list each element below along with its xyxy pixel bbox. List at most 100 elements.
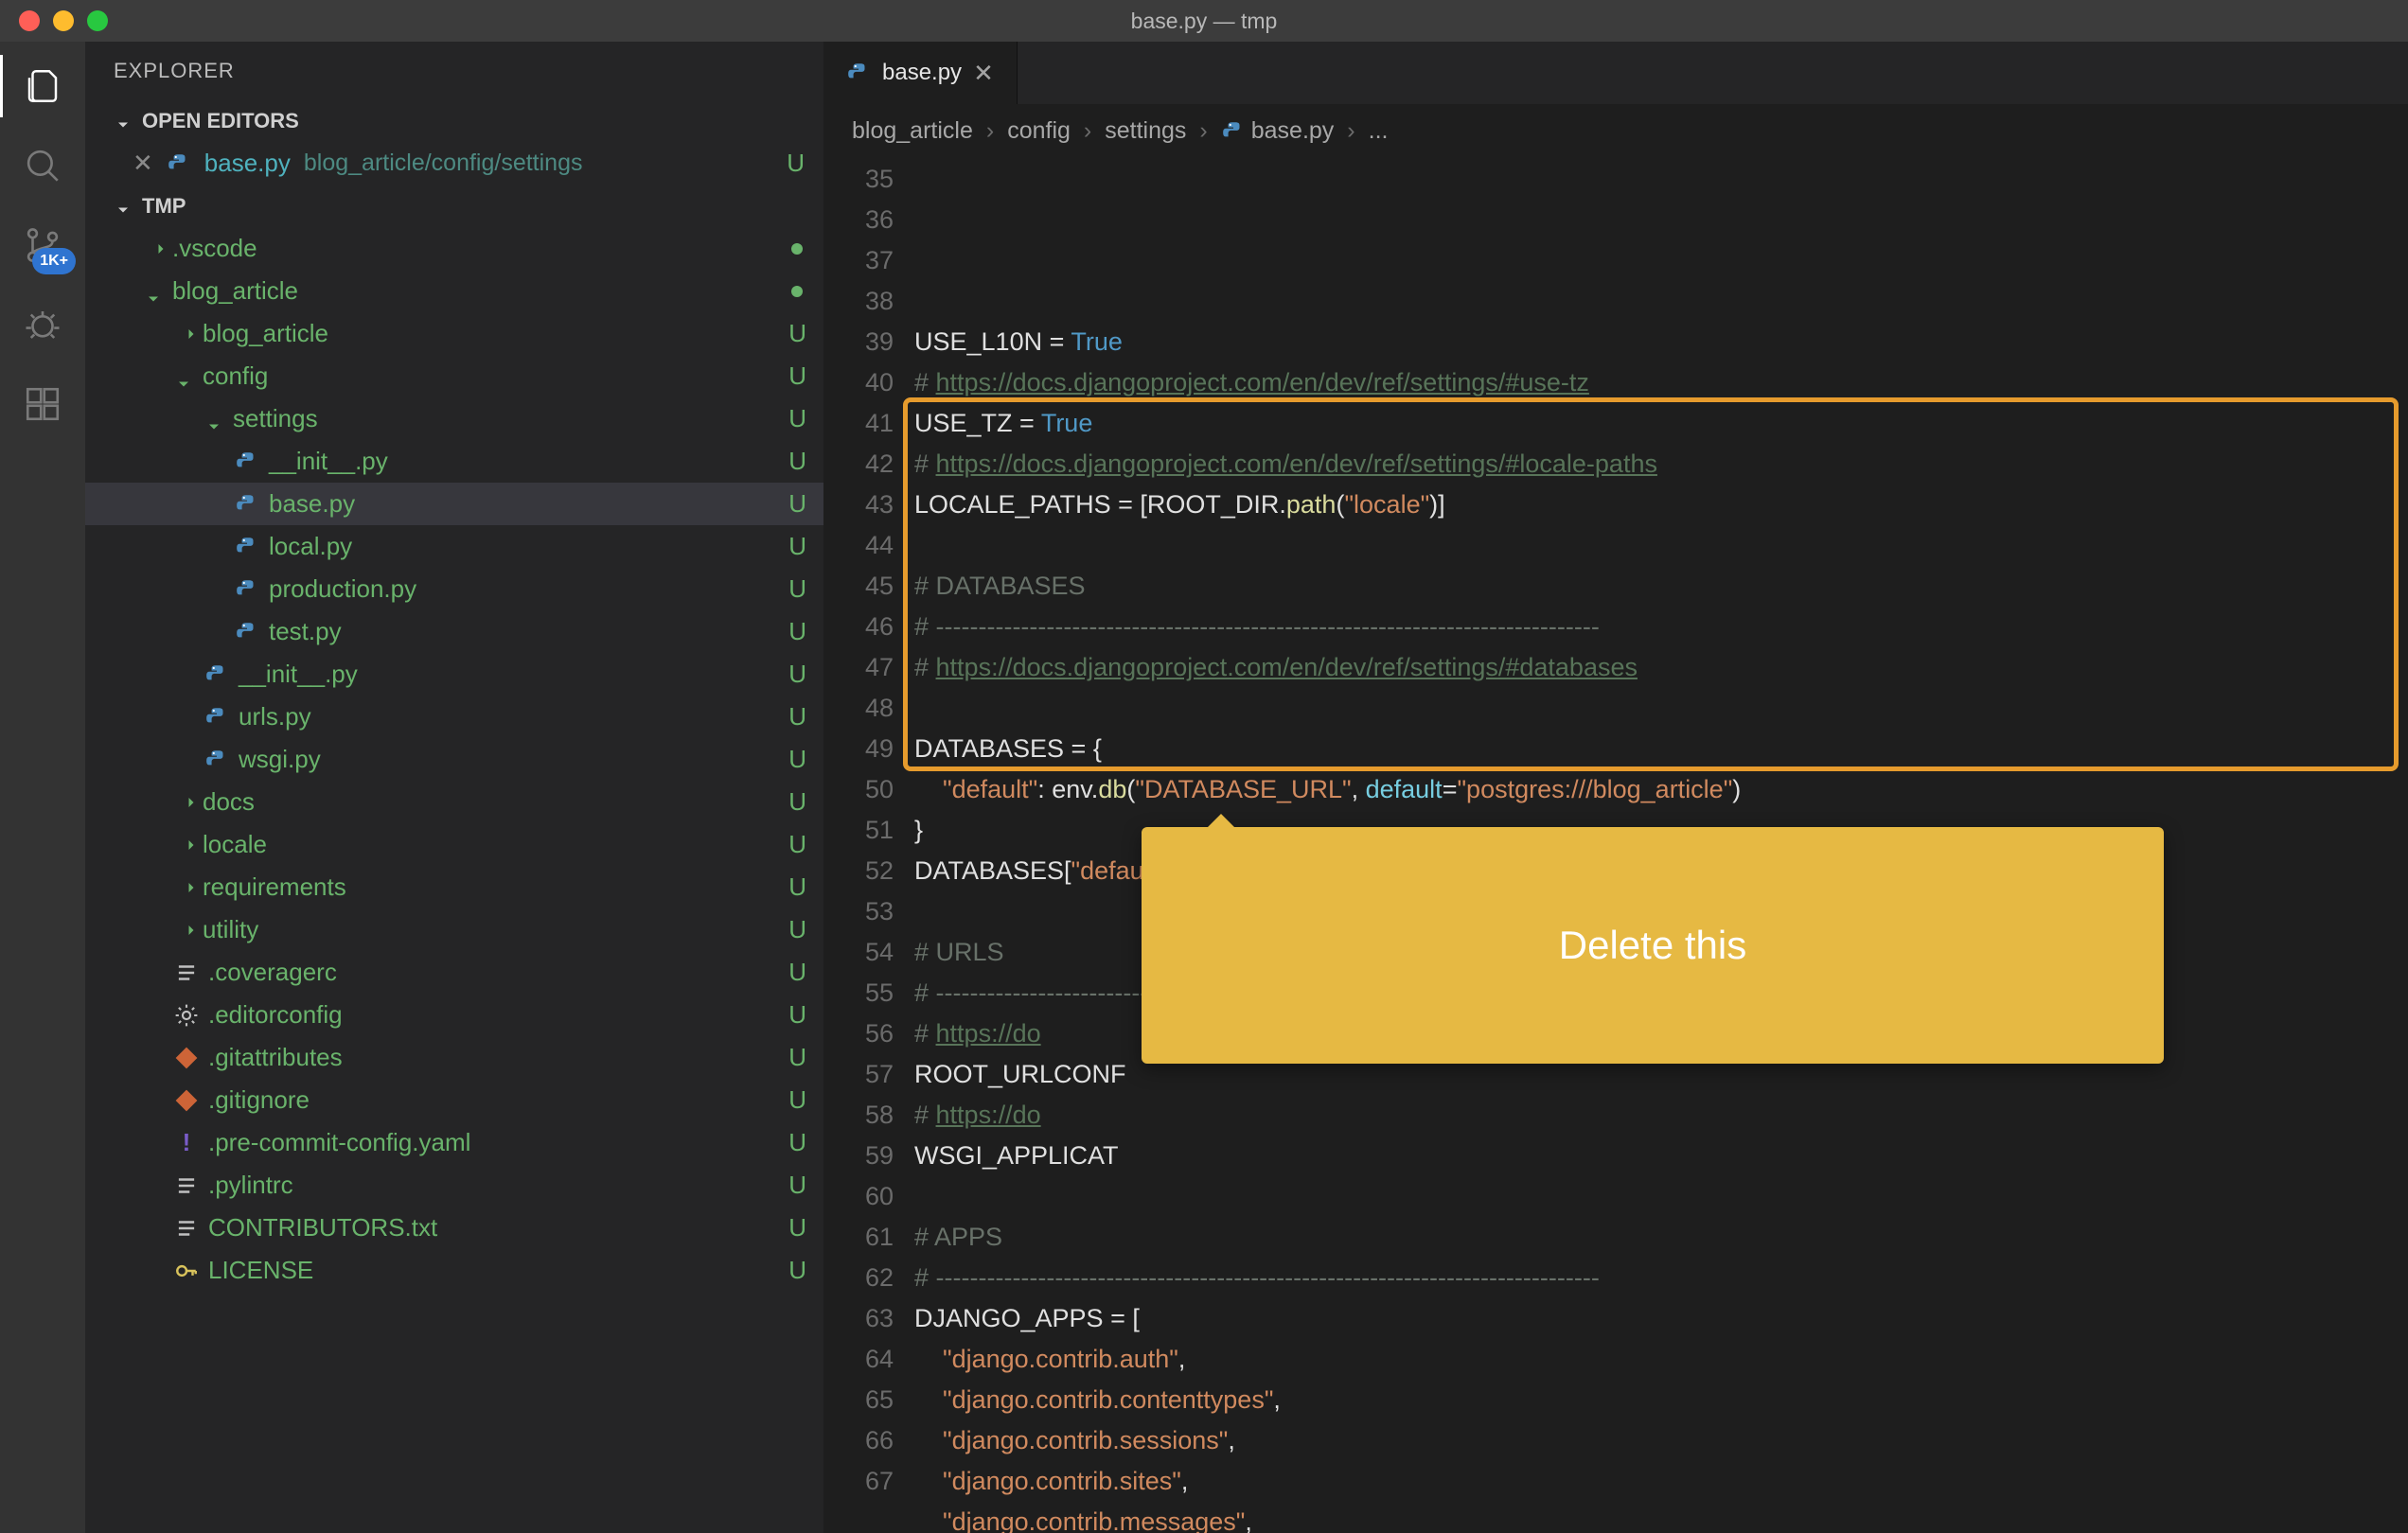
chevron-right-icon bbox=[174, 325, 193, 344]
code-line[interactable]: USE_TZ = True bbox=[914, 403, 2408, 444]
folder-item[interactable]: requirementsU bbox=[85, 866, 823, 908]
chevron-down-icon bbox=[114, 112, 133, 131]
folder-item[interactable]: docsU bbox=[85, 781, 823, 823]
explorer-activity[interactable] bbox=[19, 62, 66, 110]
file-item[interactable]: wsgi.pyU bbox=[85, 738, 823, 781]
code-line[interactable]: # --------------------------------------… bbox=[914, 607, 2408, 647]
folder-item[interactable]: blog_article bbox=[85, 270, 823, 312]
file-item[interactable]: .gitignoreU bbox=[85, 1079, 823, 1121]
code-line[interactable]: WSGI_APPLICAT bbox=[914, 1136, 2408, 1176]
code-line[interactable]: "django.contrib.sites", bbox=[914, 1461, 2408, 1502]
extensions-activity[interactable] bbox=[19, 380, 66, 428]
code-line[interactable]: USE_L10N = True bbox=[914, 322, 2408, 362]
breadcrumb-item[interactable]: ... bbox=[1369, 114, 1389, 150]
git-status: U bbox=[788, 656, 806, 693]
file-item[interactable]: CONTRIBUTORS.txtU bbox=[85, 1207, 823, 1249]
file-item[interactable]: LICENSEU bbox=[85, 1249, 823, 1292]
git-status: U bbox=[788, 1082, 806, 1119]
breadcrumb-item[interactable]: base.py bbox=[1221, 114, 1335, 150]
git-status: U bbox=[788, 1252, 806, 1289]
line-gutter: 3536373839404142434445464748495051525354… bbox=[823, 159, 914, 1533]
workspace-root-section[interactable]: TMP bbox=[85, 185, 823, 227]
file-item[interactable]: urls.pyU bbox=[85, 696, 823, 738]
git-status: U bbox=[788, 741, 806, 778]
code-line[interactable]: # DATABASES bbox=[914, 566, 2408, 607]
code-line[interactable]: "django.contrib.auth", bbox=[914, 1339, 2408, 1380]
breadcrumb-item[interactable]: blog_article bbox=[852, 114, 973, 150]
code-line[interactable]: # https://docs.djangoproject.com/en/dev/… bbox=[914, 444, 2408, 485]
file-item[interactable]: local.pyU bbox=[85, 525, 823, 568]
tree-item-label: settings bbox=[233, 400, 318, 437]
file-item[interactable]: production.pyU bbox=[85, 568, 823, 610]
close-window-button[interactable] bbox=[19, 10, 40, 31]
activity-bar: 1K+ bbox=[0, 42, 85, 1533]
close-tab-icon[interactable]: ✕ bbox=[973, 55, 994, 92]
minimize-window-button[interactable] bbox=[53, 10, 74, 31]
code-line[interactable]: "default": env.db("DATABASE_URL", defaul… bbox=[914, 769, 2408, 810]
file-item[interactable]: .gitattributesU bbox=[85, 1036, 823, 1079]
file-item[interactable]: test.pyU bbox=[85, 610, 823, 653]
code-line[interactable] bbox=[914, 688, 2408, 729]
code-line[interactable] bbox=[914, 525, 2408, 566]
code-line[interactable]: "django.contrib.contenttypes", bbox=[914, 1380, 2408, 1420]
extensions-icon bbox=[23, 384, 62, 424]
tree-item-label: config bbox=[203, 358, 268, 395]
folder-item[interactable]: localeU bbox=[85, 823, 823, 866]
tab-label: base.py bbox=[882, 56, 962, 90]
tree-item-label: .coveragerc bbox=[208, 954, 337, 991]
code-line[interactable]: # https://do bbox=[914, 1095, 2408, 1136]
breadcrumb-item[interactable]: config bbox=[1007, 114, 1071, 150]
git-dot-status bbox=[791, 243, 803, 255]
code-line[interactable]: "django.contrib.messages", bbox=[914, 1502, 2408, 1533]
breadcrumb-sep: › bbox=[1084, 114, 1091, 150]
file-item[interactable]: __init__.pyU bbox=[85, 653, 823, 696]
code-line[interactable] bbox=[914, 1176, 2408, 1217]
open-editors-section[interactable]: OPEN EDITORS bbox=[85, 99, 823, 142]
chevron-down-icon bbox=[114, 197, 133, 216]
file-item[interactable]: .pylintrcU bbox=[85, 1164, 823, 1207]
folder-item[interactable]: utility U bbox=[85, 908, 823, 951]
debug-activity[interactable] bbox=[19, 301, 66, 348]
folder-item[interactable]: configU bbox=[85, 355, 823, 397]
breadcrumbs[interactable]: blog_article›config›settings›base.py›... bbox=[823, 104, 2408, 159]
git-status: U bbox=[788, 911, 806, 948]
editor-tab[interactable]: base.py ✕ bbox=[823, 42, 1018, 104]
code-editor[interactable]: 3536373839404142434445464748495051525354… bbox=[823, 159, 2408, 1533]
code-line[interactable]: DJANGO_APPS = [ bbox=[914, 1298, 2408, 1339]
tree-item-label: utility bbox=[203, 911, 258, 948]
section-label: OPEN EDITORS bbox=[142, 105, 299, 136]
code-line[interactable]: DATABASES = { bbox=[914, 729, 2408, 769]
chevron-right-icon bbox=[174, 793, 193, 812]
code-lines[interactable]: Delete this USE_L10N = True# https://doc… bbox=[914, 159, 2408, 1533]
git-status: U bbox=[788, 571, 806, 608]
chevron-right-icon bbox=[174, 878, 193, 897]
file-item[interactable]: .editorconfigU bbox=[85, 994, 823, 1036]
code-line[interactable]: # https://docs.djangoproject.com/en/dev/… bbox=[914, 647, 2408, 688]
folder-item[interactable]: blog_articleU bbox=[85, 312, 823, 355]
python-icon bbox=[235, 535, 259, 559]
tree-item-label: test.py bbox=[269, 613, 342, 650]
tree-item-label: __init__.py bbox=[269, 443, 388, 480]
code-line[interactable]: # --------------------------------------… bbox=[914, 1258, 2408, 1298]
file-item[interactable]: !.pre-commit-config.yamlU bbox=[85, 1121, 823, 1164]
code-line[interactable]: # https://docs.djangoproject.com/en/dev/… bbox=[914, 362, 2408, 403]
code-line[interactable]: # APPS bbox=[914, 1217, 2408, 1258]
tree-item-label: base.py bbox=[269, 485, 355, 522]
breadcrumb-item[interactable]: settings bbox=[1105, 114, 1186, 150]
git-status: U bbox=[788, 485, 806, 522]
code-line[interactable]: "django.contrib.sessions", bbox=[914, 1420, 2408, 1461]
tree-item-label: locale bbox=[203, 826, 267, 863]
file-item[interactable]: base.py U bbox=[85, 483, 823, 525]
search-activity[interactable] bbox=[19, 142, 66, 189]
file-tree: .vscodeblog_articleblog_articleUconfigUs… bbox=[85, 227, 823, 1533]
tree-item-label: .pylintrc bbox=[208, 1167, 293, 1204]
zoom-window-button[interactable] bbox=[87, 10, 108, 31]
code-line[interactable]: LOCALE_PATHS = [ROOT_DIR.path("locale")] bbox=[914, 485, 2408, 525]
close-editor-icon[interactable]: ✕ bbox=[133, 145, 153, 182]
open-editor-item[interactable]: ✕ base.py blog_article/config/settings U bbox=[85, 142, 823, 185]
source-control-activity[interactable]: 1K+ bbox=[19, 221, 66, 269]
folder-item[interactable]: settingsU bbox=[85, 397, 823, 440]
file-item[interactable]: __init__.pyU bbox=[85, 440, 823, 483]
file-item[interactable]: .coveragercU bbox=[85, 951, 823, 994]
folder-item[interactable]: .vscode bbox=[85, 227, 823, 270]
